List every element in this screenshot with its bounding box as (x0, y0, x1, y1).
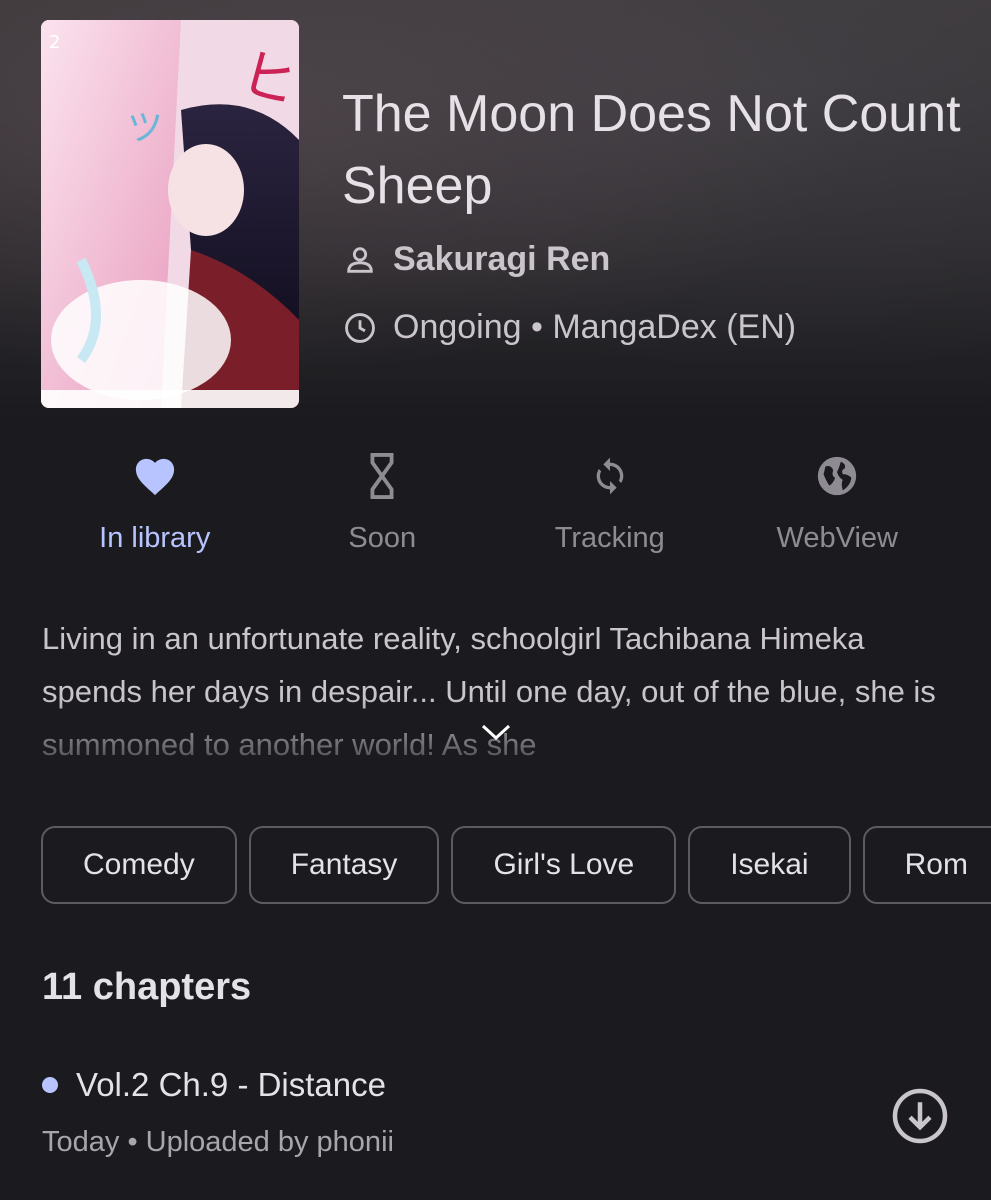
in-library-label: In library (99, 522, 211, 554)
chapter-subtitle: Today • Uploaded by phonii (42, 1126, 394, 1158)
webview-button[interactable]: WebView (724, 448, 952, 555)
webview-label: WebView (776, 522, 898, 554)
chapter-list-item[interactable]: Vol.2 Ch.9 - Distance Today • Uploaded b… (42, 1066, 952, 1186)
tracking-label: Tracking (554, 522, 665, 554)
genre-chip-row: Comedy Fantasy Girl's Love Isekai Rom (41, 826, 991, 904)
svg-text:2: 2 (49, 32, 60, 53)
manga-title: The Moon Does Not Count Sheep (342, 85, 961, 215)
svg-text:ツ: ツ (127, 108, 163, 149)
globe-icon (813, 448, 861, 504)
tracking-button[interactable]: Tracking (496, 448, 724, 555)
genre-chip-fantasy[interactable]: Fantasy (248, 826, 440, 904)
status-row: Ongoing • MangaDex (EN) (343, 308, 796, 347)
genre-chip-romance[interactable]: Rom (862, 826, 991, 904)
chapters-count: 11 chapters (42, 966, 252, 1008)
chapter-title: Vol.2 Ch.9 - Distance (76, 1066, 386, 1103)
genre-chip-girls-love[interactable]: Girl's Love (451, 826, 677, 904)
in-library-button[interactable]: In library (41, 448, 269, 555)
author-row[interactable]: Sakuragi Ren (343, 240, 610, 279)
expand-chevron-icon[interactable] (478, 718, 514, 746)
author-name: Sakuragi Ren (393, 240, 611, 278)
genre-chip-comedy[interactable]: Comedy (41, 826, 237, 904)
manga-cover-image[interactable]: ヒ ツ 2 (41, 20, 299, 408)
person-icon (343, 243, 377, 277)
soon-button[interactable]: Soon (269, 448, 497, 555)
status-source-text: Ongoing • MangaDex (EN) (393, 308, 797, 346)
hourglass-icon (358, 448, 406, 504)
genre-chip-isekai[interactable]: Isekai (688, 826, 851, 904)
clock-icon (343, 311, 377, 345)
unread-dot-icon (42, 1077, 58, 1093)
soon-label: Soon (348, 522, 417, 554)
action-bar: In library Soon Tracking WebView (41, 448, 951, 555)
sync-icon (586, 448, 634, 504)
heart-icon (131, 448, 179, 504)
download-icon[interactable] (890, 1086, 950, 1146)
